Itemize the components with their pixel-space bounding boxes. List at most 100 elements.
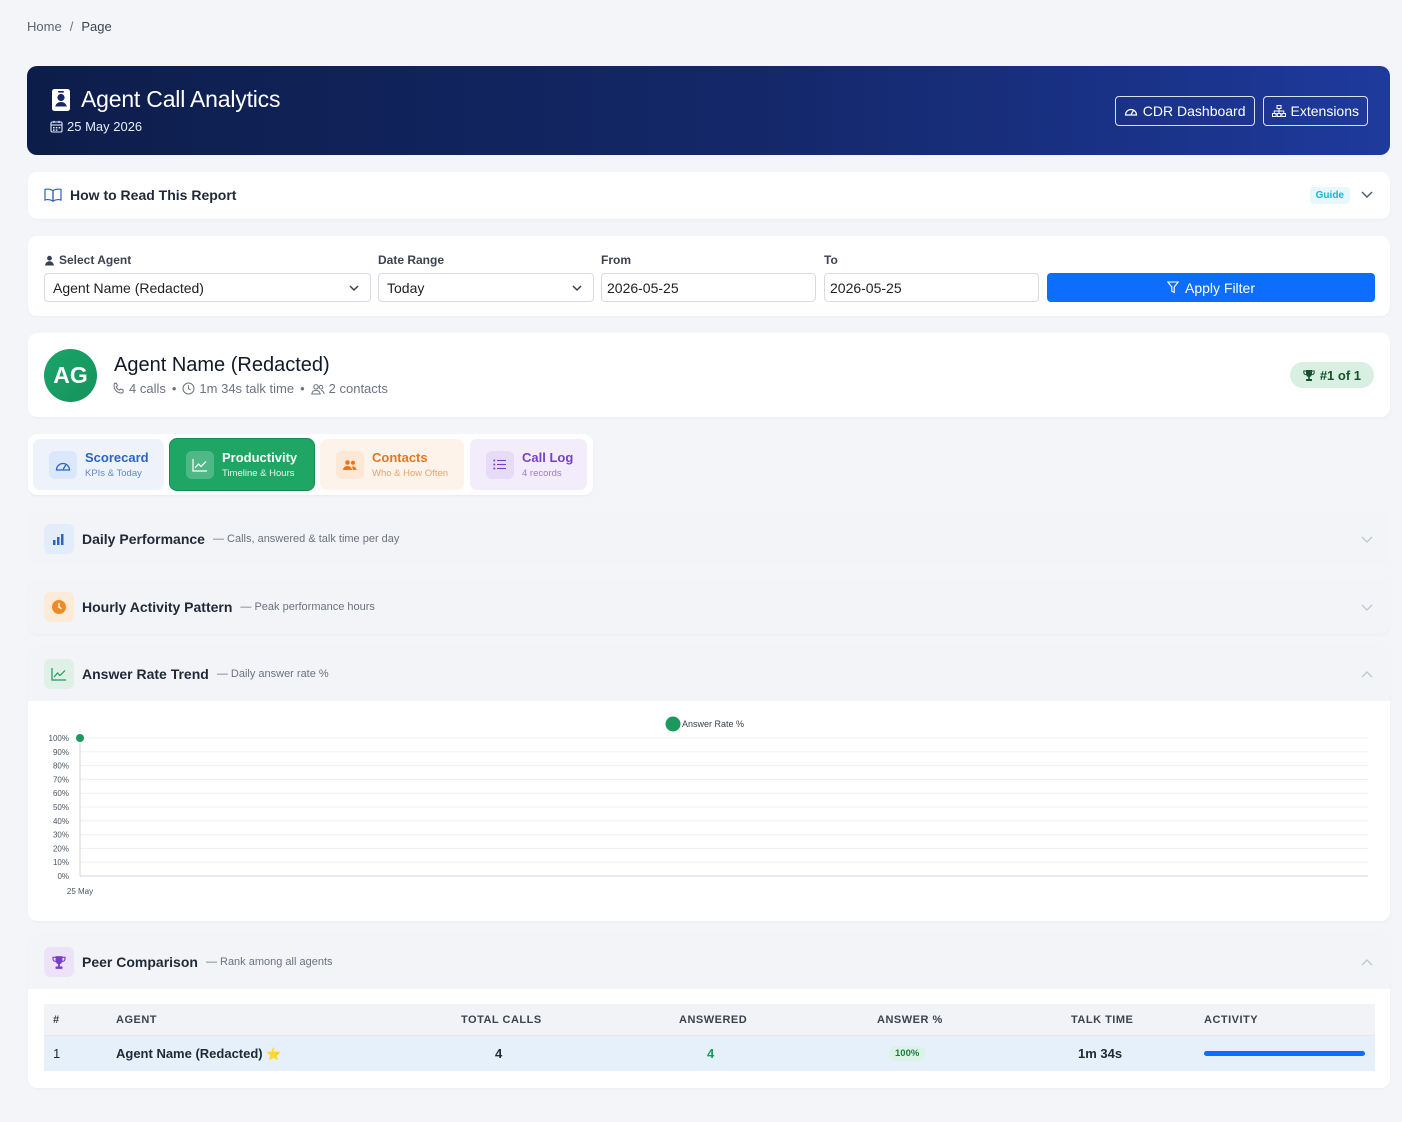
date-range-label: Date Range xyxy=(378,253,445,267)
filter-panel: Select Agent Agent Name (Redacted) Date … xyxy=(28,236,1390,316)
cdr-dashboard-label: CDR Dashboard xyxy=(1142,103,1246,119)
y-tick-label: 10% xyxy=(53,858,69,867)
people-icon xyxy=(310,383,325,394)
rank-badge: #1 of 1 xyxy=(1289,362,1374,388)
hourly-activity-subtitle: — Peak performance hours xyxy=(240,600,375,613)
chevron-down-icon[interactable] xyxy=(1360,601,1374,613)
tab-contacts-subtitle: Who & How Often xyxy=(372,468,449,479)
peer-comparison-header[interactable]: Peer Comparison — Rank among all agents xyxy=(28,935,1390,989)
tab-productivity-subtitle: Timeline & Hours xyxy=(222,468,295,479)
from-date-input[interactable]: 2026-05-25 xyxy=(601,273,816,302)
sitemap-icon xyxy=(1271,105,1286,117)
col-answered: ANSWERED xyxy=(679,1013,748,1026)
row-talk-time: 1m 34s xyxy=(1078,1046,1123,1061)
extensions-label: Extensions xyxy=(1290,103,1359,119)
legend-label: Answer Rate % xyxy=(682,719,744,729)
col-agent: AGENT xyxy=(116,1013,157,1026)
activity-bar xyxy=(1204,1051,1365,1056)
person-icon xyxy=(45,255,54,265)
peer-comparison-section: Peer Comparison — Rank among all agents … xyxy=(28,935,1390,1088)
hourly-activity-title: Hourly Activity Pattern xyxy=(82,598,233,615)
chevron-down-icon[interactable] xyxy=(1360,533,1374,545)
col-total-calls: TOTAL CALLS xyxy=(461,1013,542,1026)
chevron-up-icon[interactable] xyxy=(1360,956,1374,968)
tab-call-log-title: Call Log xyxy=(522,450,574,465)
daily-performance-subtitle: — Calls, answered & talk time per day xyxy=(212,532,400,545)
extensions-button[interactable]: Extensions xyxy=(1262,96,1368,126)
agent-calls: 4 calls xyxy=(129,381,166,396)
answer-rate-header[interactable]: Answer Rate Trend — Daily answer rate % xyxy=(28,647,1390,701)
data-point xyxy=(76,734,84,742)
y-tick-label: 90% xyxy=(53,748,69,757)
page-header: Agent Call Analytics 25 May 2026 CDR Das… xyxy=(27,66,1390,155)
chevron-down-icon xyxy=(572,285,582,292)
answer-rate-subtitle: — Daily answer rate % xyxy=(216,668,329,680)
speedometer-icon xyxy=(1124,108,1137,116)
col-talk-time: TALK TIME xyxy=(1071,1013,1134,1026)
people-icon xyxy=(343,459,357,470)
trophy-icon xyxy=(52,955,66,969)
row-answer-pct: 100% xyxy=(889,1046,926,1061)
line-chart-icon xyxy=(51,668,66,681)
hourly-activity-section[interactable]: Hourly Activity Pattern — Peak performan… xyxy=(28,579,1390,634)
report-date: 25 May 2026 xyxy=(67,119,143,134)
y-tick-label: 0% xyxy=(57,872,69,881)
answer-rate-title: Answer Rate Trend xyxy=(82,666,209,682)
tab-scorecard[interactable]: Scorecard KPIs & Today xyxy=(33,439,164,490)
tab-scorecard-title: Scorecard xyxy=(85,450,149,465)
tab-productivity[interactable]: Productivity Timeline & Hours xyxy=(170,439,314,490)
row-total-calls: 4 xyxy=(495,1046,503,1061)
row-rank: 1 xyxy=(53,1046,61,1061)
page-title: Agent Call Analytics xyxy=(81,86,281,112)
date-range-select[interactable]: Today xyxy=(378,273,594,302)
apply-filter-button[interactable]: Apply Filter xyxy=(1047,273,1375,302)
breadcrumb-current: Page xyxy=(81,19,112,34)
trophy-icon xyxy=(1303,369,1315,381)
avatar: AG xyxy=(44,349,97,402)
tab-contacts[interactable]: Contacts Who & How Often xyxy=(320,439,464,490)
agent-name: Agent Name (Redacted) xyxy=(114,354,330,376)
chevron-down-icon xyxy=(349,285,359,292)
clock-icon xyxy=(182,382,195,395)
y-tick-label: 80% xyxy=(53,762,69,771)
y-tick-label: 50% xyxy=(53,803,69,812)
guide-title: How to Read This Report xyxy=(70,187,237,203)
id-badge-icon xyxy=(52,88,70,111)
clock-icon xyxy=(52,599,66,614)
phone-icon xyxy=(113,382,124,394)
peer-comparison-subtitle: — Rank among all agents xyxy=(205,956,333,968)
bar-chart-icon xyxy=(53,533,64,545)
cdr-dashboard-button[interactable]: CDR Dashboard xyxy=(1114,96,1255,126)
to-date-input[interactable]: 2026-05-25 xyxy=(824,273,1039,302)
col-activity: ACTIVITY xyxy=(1204,1013,1259,1026)
col-rank: # xyxy=(53,1013,60,1026)
select-agent-label: Select Agent xyxy=(44,253,131,267)
agent-contacts: 2 contacts xyxy=(328,381,388,396)
col-answer-pct: ANSWER % xyxy=(877,1013,943,1026)
chevron-down-icon[interactable] xyxy=(1360,187,1374,201)
tab-call-log-subtitle: 4 records xyxy=(522,468,562,479)
daily-performance-title: Daily Performance xyxy=(82,530,205,547)
row-answered: 4 xyxy=(707,1046,715,1061)
daily-performance-section[interactable]: Daily Performance — Calls, answered & ta… xyxy=(28,511,1390,566)
chevron-up-icon[interactable] xyxy=(1360,668,1374,680)
book-icon xyxy=(44,188,62,202)
meta-dot: • xyxy=(300,381,305,396)
peer-table: # AGENT TOTAL CALLS ANSWERED ANSWER % TA… xyxy=(44,1004,1375,1071)
answer-rate-section: Answer Rate Trend — Daily answer rate % … xyxy=(28,647,1390,921)
report-guide-panel[interactable]: How to Read This Report Guide xyxy=(28,172,1390,219)
breadcrumb-home[interactable]: Home xyxy=(27,19,62,34)
y-tick-label: 70% xyxy=(53,775,69,784)
table-row[interactable]: 1 Agent Name (Redacted) ⭐ 4 4 100% 1m 34… xyxy=(44,1036,1375,1071)
analytics-tabs: Scorecard KPIs & Today Productivity Time… xyxy=(28,434,593,495)
guide-badge: Guide xyxy=(1309,187,1350,204)
tab-call-log[interactable]: Call Log 4 records xyxy=(470,439,587,490)
y-tick-label: 60% xyxy=(53,789,69,798)
meta-dot: • xyxy=(171,381,177,396)
y-tick-label: 100% xyxy=(49,734,69,743)
y-tick-label: 20% xyxy=(53,844,69,853)
agent-select-value: Agent Name (Redacted) xyxy=(53,279,204,296)
agent-select[interactable]: Agent Name (Redacted) xyxy=(44,273,371,302)
row-agent-name: Agent Name (Redacted) ⭐ xyxy=(116,1046,282,1061)
y-tick-label: 30% xyxy=(53,831,69,840)
